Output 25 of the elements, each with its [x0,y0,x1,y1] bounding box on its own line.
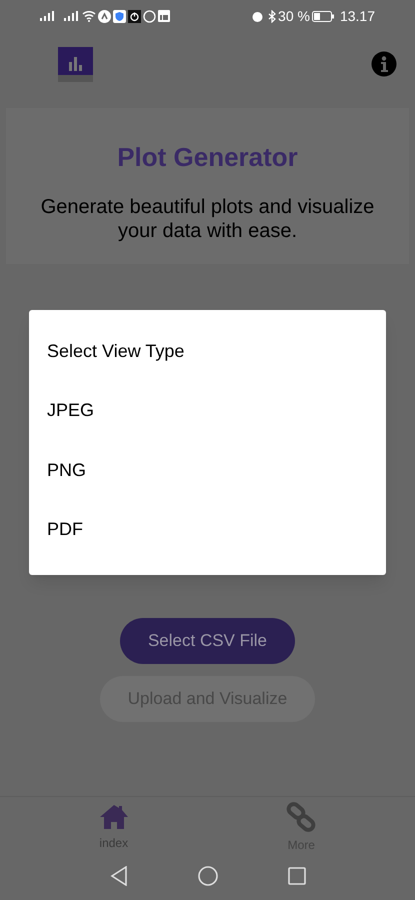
power-icon [128,10,141,22]
battery-percentage: 30 % [278,6,310,26]
dialog-option[interactable]: PDF [47,516,83,575]
recents-icon[interactable] [288,867,306,885]
shield-icon [113,10,126,22]
page-subtitle: Generate beautiful plots and visualize your data with ease. [40,195,376,243]
chain-link-icon [286,802,316,832]
home-circle-icon[interactable] [198,866,218,886]
dialog-title: Select View Type [47,340,186,363]
battery-icon [312,10,334,22]
page-title: Plot Generator [117,141,298,174]
signal-icon [64,11,78,21]
app-icon [98,10,111,22]
info-icon[interactable] [371,51,397,77]
back-icon[interactable] [110,866,128,886]
dialog-option[interactable]: PNG [47,456,86,516]
bluetooth-icon [268,10,276,22]
wifi-icon [82,10,96,22]
linkedin-icon [158,10,170,22]
action-button[interactable]: Select CSV File [120,618,296,664]
dialog-option[interactable]: JPEG [47,397,94,456]
app-logo [58,46,93,82]
home-icon [98,804,129,830]
clock-time: 13.17 [340,6,375,26]
signal-icon [40,11,54,21]
